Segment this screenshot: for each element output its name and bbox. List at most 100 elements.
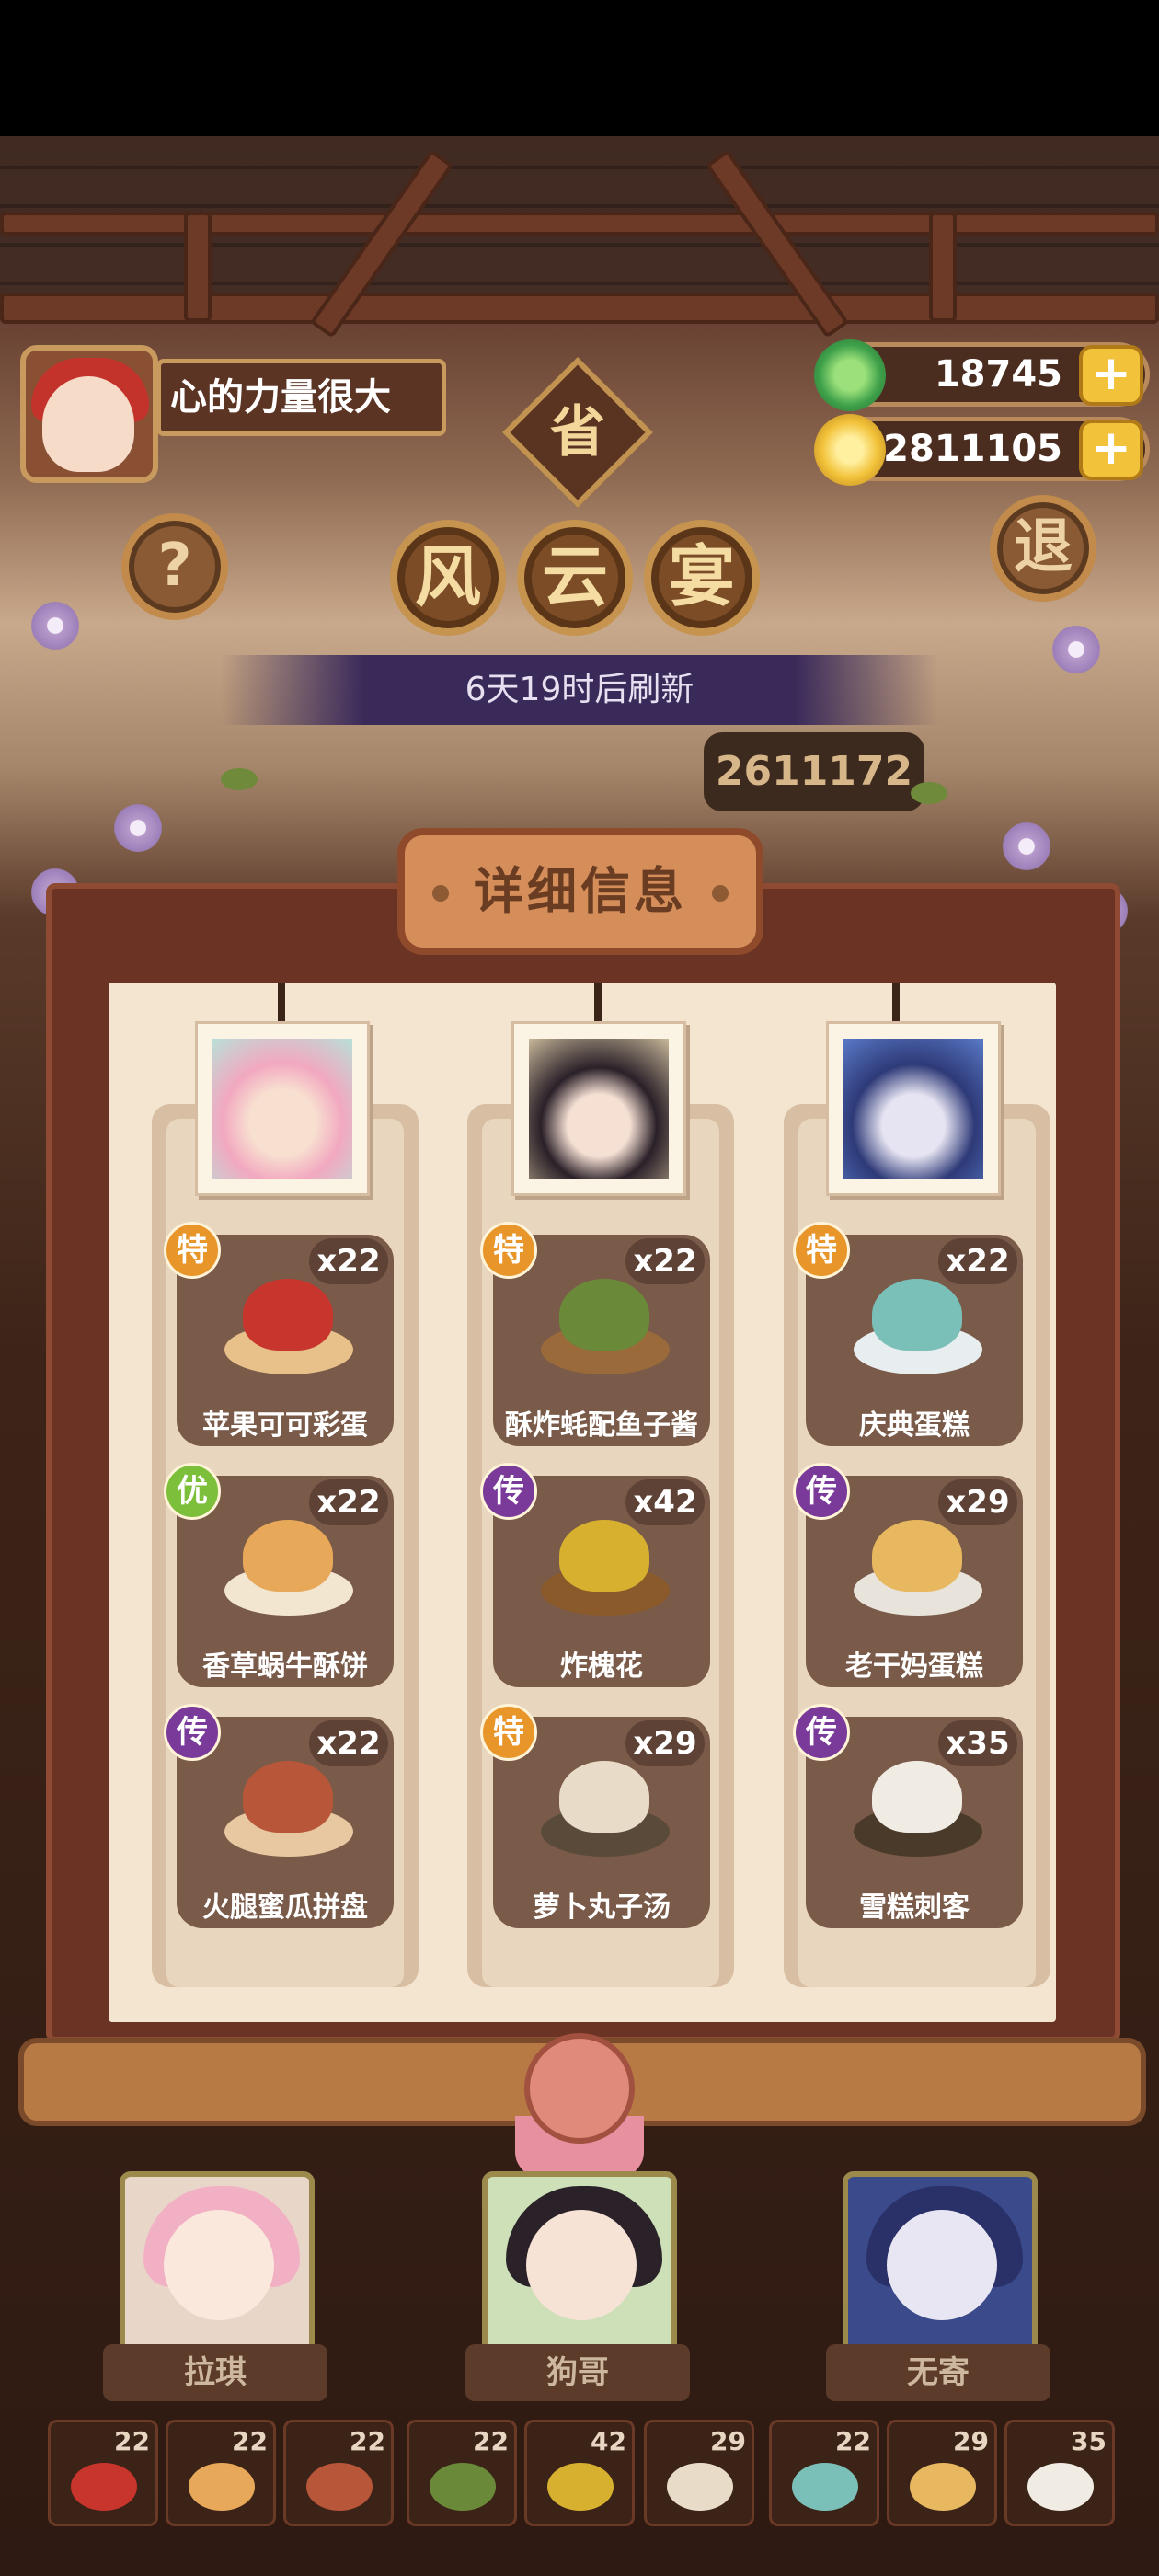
dish-card[interactable]: x22 优香草蜗牛酥饼 (164, 1463, 394, 1687)
character-card-gouge[interactable] (482, 2171, 677, 2355)
portrait-gouge (511, 1021, 686, 1196)
slot-count: 22 (114, 2426, 150, 2456)
character-card-laqi[interactable] (120, 2171, 315, 2355)
dish-quantity: x22 (309, 1720, 388, 1766)
dish-card[interactable]: x22 特庆典蛋糕 (793, 1222, 1023, 1446)
dish-name: 酥炸蚝配鱼子酱 (505, 1409, 698, 1442)
dish-name: 苹果可可彩蛋 (202, 1409, 368, 1442)
leaf-decoration (221, 768, 258, 790)
dish-quantity: x42 (625, 1479, 705, 1525)
inventory-slot[interactable]: 29 (887, 2420, 997, 2526)
dish-card[interactable]: x29 传老干妈蛋糕 (793, 1463, 1023, 1687)
flower-decoration (999, 819, 1054, 874)
inventory-slot[interactable]: 35 (1004, 2420, 1115, 2526)
details-title: 详细信息 (397, 828, 763, 955)
add-coin-button[interactable]: + (1079, 420, 1143, 480)
help-button[interactable]: ? (121, 513, 228, 620)
grade-badge: 传 (480, 1463, 537, 1520)
character-card-wuji[interactable] (843, 2171, 1038, 2355)
dish-thumbnail (71, 2463, 137, 2511)
dish-thumbnail (792, 2463, 858, 2511)
character-label-laqi: 拉琪 (103, 2344, 327, 2401)
dish-thumbnail (547, 2463, 614, 2511)
dish-thumbnail (1027, 2463, 1094, 2511)
dish-card[interactable]: x35 传雪糕刺客 (793, 1704, 1023, 1928)
wuji-portrait-image (843, 1039, 983, 1179)
dish-name: 萝卜丸子汤 (533, 1892, 671, 1924)
dish-card[interactable]: x22 特酥炸蚝配鱼子酱 (480, 1222, 710, 1446)
gouge-face (526, 2210, 637, 2320)
character-label-gouge: 狗哥 (465, 2344, 690, 2401)
laqi-portrait-image (212, 1039, 352, 1179)
dish-thumbnail (667, 2463, 733, 2511)
event-title-char: 宴 (644, 520, 760, 636)
portrait-wuji (826, 1021, 1001, 1196)
dish-quantity: x22 (938, 1238, 1017, 1284)
leaf-decoration (911, 782, 947, 804)
player-avatar[interactable] (20, 345, 158, 483)
dish-card[interactable]: x29 特萝卜丸子汤 (480, 1704, 710, 1928)
dish-quantity: x29 (625, 1720, 705, 1766)
coin-icon (814, 414, 886, 486)
dish-quantity: x22 (625, 1238, 705, 1284)
coin-counter: 2811105 + (814, 414, 1150, 486)
roof-post (929, 212, 957, 322)
inventory-slot[interactable]: 42 (524, 2420, 635, 2526)
flower-decoration (28, 598, 83, 653)
grade-badge: 特 (480, 1704, 537, 1761)
flower-decoration (110, 800, 166, 856)
knot-decoration (524, 2033, 635, 2144)
slot-count: 29 (953, 2426, 989, 2456)
dish-name: 炸槐花 (560, 1650, 643, 1683)
exit-button[interactable]: 退 (990, 495, 1096, 602)
dish-card[interactable]: x22 特苹果可可彩蛋 (164, 1222, 394, 1446)
character-label-wuji: 无寄 (826, 2344, 1050, 2401)
dish-quantity: x35 (938, 1720, 1017, 1766)
dish-thumbnail (910, 2463, 976, 2511)
dish-thumbnail (189, 2463, 255, 2511)
game-screen: 心的力量很大 18745 + 2811105 + 省 ? 退 风 云 宴 6天1… (0, 0, 1159, 2576)
slot-count: 22 (473, 2426, 509, 2456)
dish-name: 庆典蛋糕 (859, 1409, 970, 1442)
event-title-char: 风 (390, 520, 506, 636)
grade-badge: 优 (164, 1463, 221, 1520)
inventory-slot[interactable]: 22 (769, 2420, 879, 2526)
add-jade-button[interactable]: + (1079, 345, 1143, 406)
dish-thumbnail (306, 2463, 373, 2511)
slot-count: 35 (1071, 2426, 1107, 2456)
dish-name: 雪糕刺客 (859, 1892, 970, 1924)
dish-card[interactable]: x22 传火腿蜜瓜拼盘 (164, 1704, 394, 1928)
inventory-slot[interactable]: 22 (48, 2420, 158, 2526)
grade-badge: 传 (793, 1704, 850, 1761)
status-bar-area (0, 0, 1159, 136)
inventory-slot[interactable]: 22 (166, 2420, 276, 2526)
gouge-portrait-image (529, 1039, 669, 1179)
roof-post (184, 212, 212, 322)
slot-count: 22 (232, 2426, 268, 2456)
dish-quantity: x22 (309, 1238, 388, 1284)
grade-badge: 传 (164, 1704, 221, 1761)
inventory-slot[interactable]: 22 (407, 2420, 517, 2526)
jade-amount: 18745 (934, 353, 1062, 396)
refresh-timer: 6天19时后刷新 (221, 655, 938, 725)
dish-name: 香草蜗牛酥饼 (202, 1650, 368, 1683)
dish-quantity: x29 (938, 1479, 1017, 1525)
flower-decoration (1049, 622, 1104, 677)
slot-count: 42 (591, 2426, 626, 2456)
roof-beam (0, 212, 1159, 236)
slot-count: 22 (350, 2426, 385, 2456)
dish-card[interactable]: x42 传炸槐花 (480, 1463, 710, 1687)
laqi-face (164, 2210, 274, 2320)
inventory-slot[interactable]: 29 (644, 2420, 754, 2526)
wuji-face (887, 2210, 997, 2320)
event-title-char: 云 (517, 520, 633, 636)
dish-name: 火腿蜜瓜拼盘 (202, 1892, 368, 1924)
grade-badge: 传 (793, 1463, 850, 1520)
jade-icon (814, 339, 886, 411)
province-label: 省 (550, 400, 605, 465)
portrait-laqi (195, 1021, 370, 1196)
jade-counter: 18745 + (814, 339, 1150, 411)
grade-badge: 特 (480, 1222, 537, 1279)
grade-badge: 特 (164, 1222, 221, 1279)
inventory-slot[interactable]: 22 (283, 2420, 394, 2526)
